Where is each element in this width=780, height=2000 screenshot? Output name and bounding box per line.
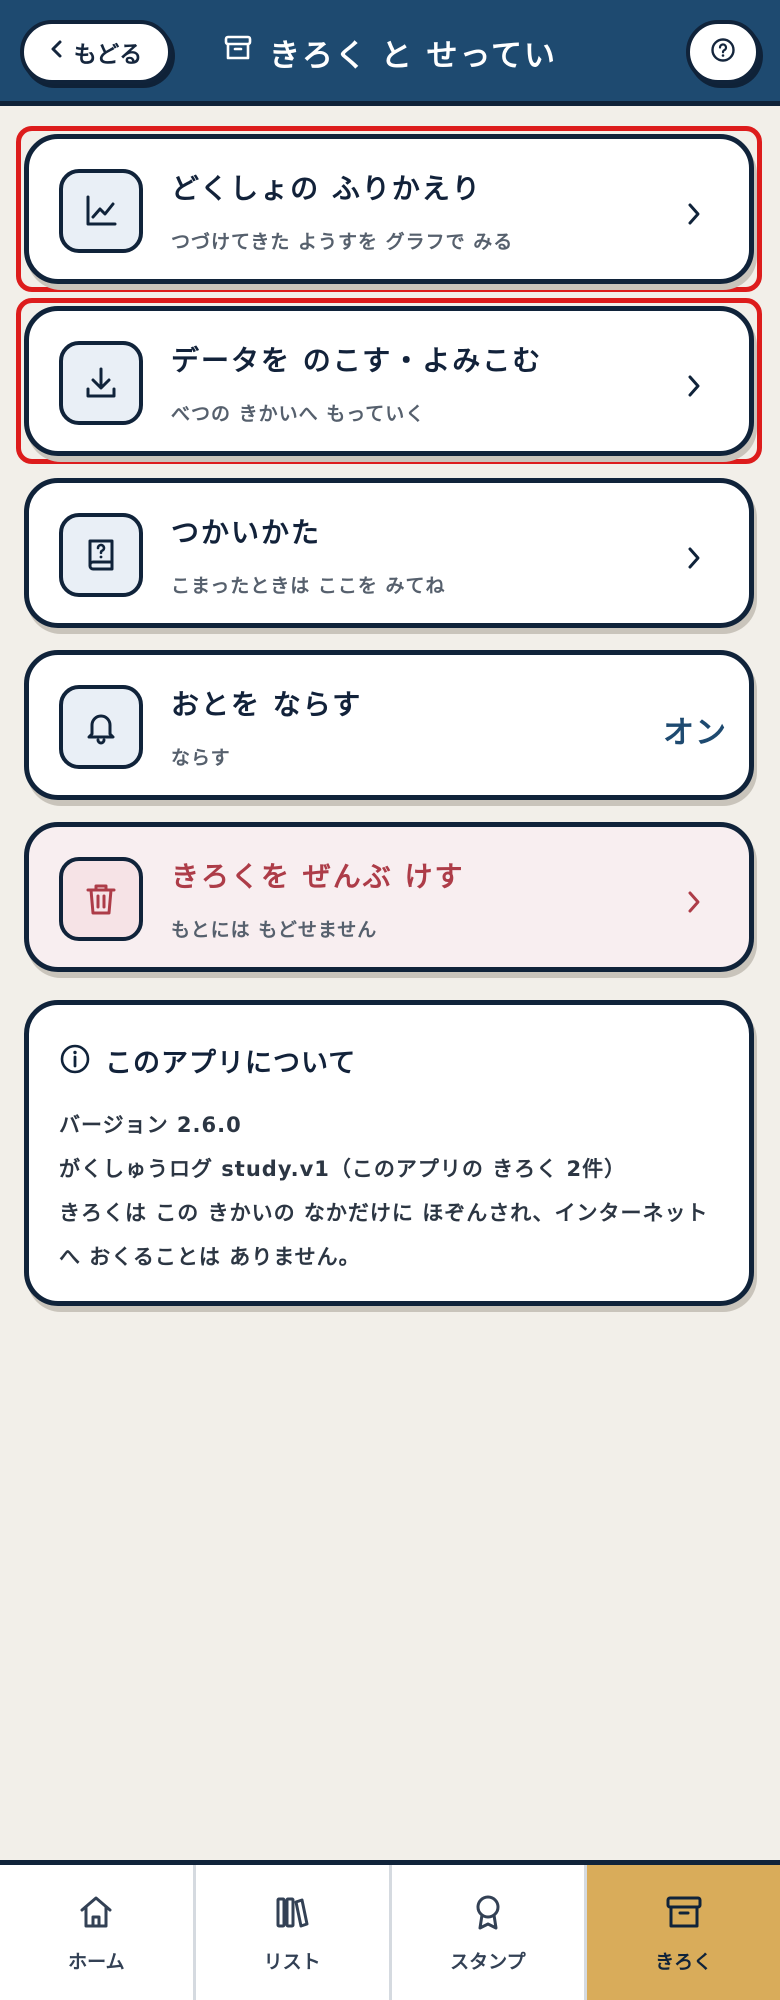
about-version: バージョン 2.6.0 xyxy=(59,1113,242,1137)
nav-label: ホーム xyxy=(68,1950,125,1973)
question-circle-icon xyxy=(710,37,736,67)
page-title: きろく と せってい xyxy=(200,28,580,76)
about-privacy: きろくは この きかいの なかだけに ほぞんされ、インターネットへ おくることは… xyxy=(59,1201,709,1269)
about-header: このアプリについて xyxy=(59,1041,356,1080)
menu-item-sound-toggle[interactable]: おとを ならす ならす オン xyxy=(24,650,754,800)
nav-item-list[interactable]: リスト xyxy=(196,1865,392,2000)
about-storage: がくしゅうログ study.v1（このアプリの きろく 2件） xyxy=(59,1157,627,1181)
menu-item-reading-review[interactable]: どくしょの ふりかえり つづけてきた ようすを グラフで みる xyxy=(24,134,754,284)
chevron-right-icon xyxy=(679,366,709,406)
app-header: もどる きろく と せってい xyxy=(0,0,780,106)
nav-item-stamps[interactable]: スタンプ xyxy=(392,1865,588,2000)
menu-item-subtitle: ならす xyxy=(171,747,231,769)
menu-item-subtitle: つづけてきた ようすを グラフで みる xyxy=(171,231,514,253)
bottom-nav: ホーム リスト スタンプ きろく xyxy=(0,1860,780,2000)
chevron-right-icon xyxy=(679,882,709,922)
home-icon xyxy=(76,1892,116,1937)
help-book-icon xyxy=(59,513,143,597)
chevron-left-icon xyxy=(50,39,64,65)
menu-item-subtitle: もとには もどせません xyxy=(171,919,378,941)
menu-item-data-backup[interactable]: データを のこす・よみこむ べつの きかいへ もっていく xyxy=(24,306,754,456)
chart-line-icon xyxy=(59,169,143,253)
archive-icon xyxy=(223,33,253,71)
download-icon xyxy=(59,341,143,425)
nav-item-records[interactable]: きろく xyxy=(587,1865,780,2000)
nav-label: スタンプ xyxy=(450,1950,526,1973)
bell-icon xyxy=(59,685,143,769)
menu-item-subtitle: べつの きかいへ もっていく xyxy=(171,403,426,425)
trash-icon xyxy=(59,857,143,941)
menu-item-delete-all[interactable]: きろくを ぜんぶ けす もとには もどせません xyxy=(24,822,754,972)
menu-item-title: おとを ならす xyxy=(171,688,363,721)
page-title-text: きろく と せってい xyxy=(268,37,558,74)
books-icon xyxy=(272,1892,312,1937)
menu-item-title: つかいかた xyxy=(171,516,322,549)
menu-item-title: きろくを ぜんぶ けす xyxy=(171,860,465,893)
chevron-right-icon xyxy=(679,538,709,578)
nav-label: リスト xyxy=(263,1950,321,1973)
badge-icon xyxy=(468,1892,508,1937)
settings-page: もどる きろく と せってい どくしょの ふりかえり つづけてきた ようすを グ… xyxy=(0,0,780,2000)
menu-item-title: データを のこす・よみこむ xyxy=(171,344,543,377)
menu-item-how-to-use[interactable]: つかいかた こまったときは ここを みてね xyxy=(24,478,754,628)
menu-item-subtitle: こまったときは ここを みてね xyxy=(171,575,446,597)
menu-item-title: どくしょの ふりかえり xyxy=(171,172,482,205)
about-body: バージョン 2.6.0 がくしゅうログ study.v1（このアプリの きろく … xyxy=(59,1103,723,1279)
about-title: このアプリについて xyxy=(105,1048,357,1079)
back-button[interactable]: もどる xyxy=(20,20,172,84)
help-button[interactable] xyxy=(686,20,760,84)
archive-icon xyxy=(664,1892,704,1937)
about-section: このアプリについて バージョン 2.6.0 がくしゅうログ study.v1（こ… xyxy=(24,1000,754,1306)
sound-toggle-value[interactable]: オン xyxy=(663,707,727,752)
back-label: もどる xyxy=(73,42,143,68)
chevron-right-icon xyxy=(679,194,709,234)
nav-item-home[interactable]: ホーム xyxy=(0,1865,196,2000)
info-icon xyxy=(59,1043,91,1079)
nav-label: きろく xyxy=(655,1950,713,1973)
